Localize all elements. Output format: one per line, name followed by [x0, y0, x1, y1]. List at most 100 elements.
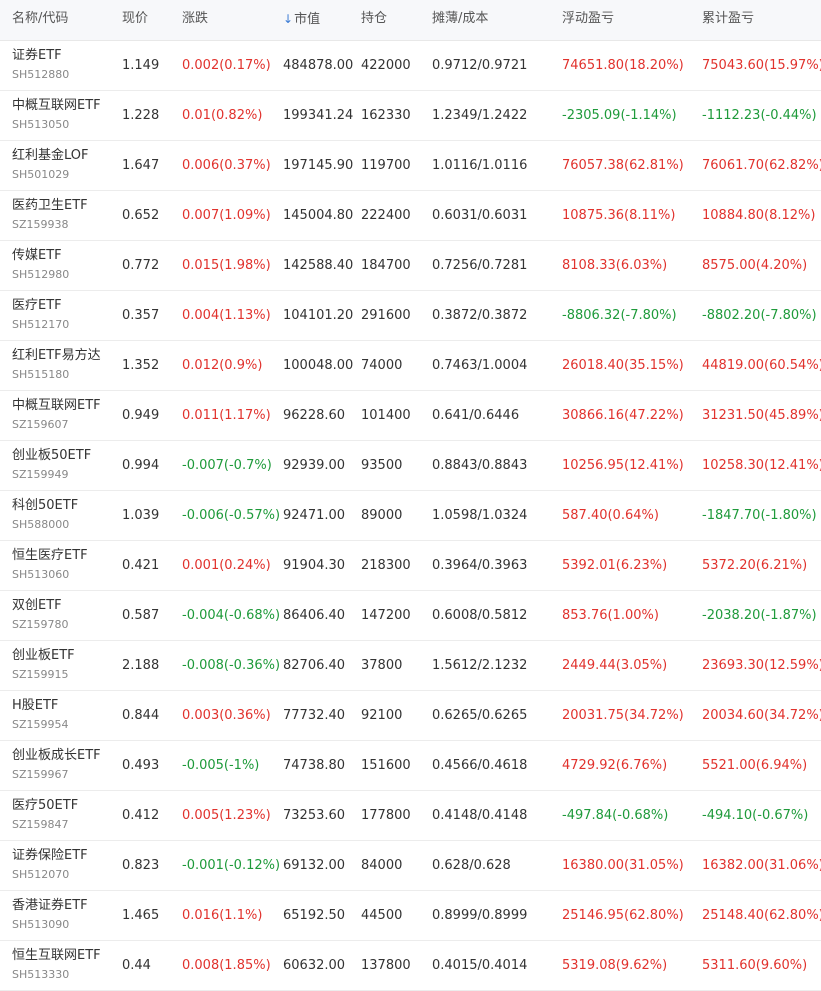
market-value: 73253.60 [283, 808, 346, 823]
fund-name[interactable]: 恒生互联网ETF [12, 947, 101, 965]
fund-name[interactable]: 创业板成长ETF [12, 747, 101, 765]
diluted-cost: 0.4148/0.4148 [432, 808, 528, 823]
header-name-code[interactable]: 名称/代码 [12, 11, 68, 27]
table-row[interactable]: 双创ETF SZ159780 0.587 -0.004(-0.68%) 8640… [0, 591, 821, 641]
diluted-cost: 0.641/0.6446 [432, 408, 520, 423]
position-quantity: 137800 [361, 958, 411, 973]
table-row[interactable]: 中概互联网ETF SH513050 1.228 0.01(0.82%) 1993… [0, 91, 821, 141]
table-row[interactable]: 创业板ETF SZ159915 2.188 -0.008(-0.36%) 827… [0, 641, 821, 691]
price-change: 0.004(1.13%) [182, 308, 271, 323]
total-pnl: 23693.30(12.59%) [702, 658, 821, 673]
diluted-cost: 1.2349/1.2422 [432, 108, 528, 123]
price-change: -0.001(-0.12%) [182, 858, 281, 873]
table-row[interactable]: 恒生互联网ETF SH513330 0.44 0.008(1.85%) 6063… [0, 941, 821, 991]
fund-name[interactable]: 中概互联网ETF [12, 397, 101, 415]
fund-name[interactable]: 双创ETF [12, 597, 69, 615]
market-value: 142588.40 [283, 258, 354, 273]
position-quantity: 37800 [361, 658, 403, 673]
table-row[interactable]: 传媒ETF SH512980 0.772 0.015(1.98%) 142588… [0, 241, 821, 291]
table-row[interactable]: 创业板50ETF SZ159949 0.994 -0.007(-0.7%) 92… [0, 441, 821, 491]
total-pnl: -2038.20(-1.87%) [702, 608, 817, 623]
market-value: 74738.80 [283, 758, 346, 773]
position-quantity: 291600 [361, 308, 411, 323]
fund-name[interactable]: 创业板50ETF [12, 447, 91, 465]
fund-name[interactable]: 医疗ETF [12, 297, 69, 315]
market-value: 199341.24 [283, 108, 354, 123]
table-row[interactable]: 香港证券ETF SH513090 1.465 0.016(1.1%) 65192… [0, 891, 821, 941]
header-cost[interactable]: 摊薄/成本 [432, 11, 488, 27]
fund-code: SH513050 [12, 118, 70, 131]
price-change: 0.016(1.1%) [182, 908, 263, 923]
fund-name[interactable]: 中概互联网ETF [12, 97, 101, 115]
header-market-value[interactable]: ↓市值 [283, 11, 320, 28]
header-position[interactable]: 持仓 [361, 11, 387, 27]
total-pnl: 5311.60(9.60%) [702, 958, 808, 973]
table-row[interactable]: 医疗ETF SH512170 0.357 0.004(1.13%) 104101… [0, 291, 821, 341]
current-price: 0.493 [122, 758, 160, 773]
price-change: 0.008(1.85%) [182, 958, 271, 973]
current-price: 2.188 [122, 658, 160, 673]
fund-name[interactable]: 传媒ETF [12, 247, 69, 265]
header-change[interactable]: 涨跌 [182, 11, 208, 27]
market-value: 91904.30 [283, 558, 346, 573]
fund-name[interactable]: 红利ETF易方达 [12, 347, 101, 365]
current-price: 1.352 [122, 358, 160, 373]
fund-code: SH512980 [12, 268, 70, 281]
table-row[interactable]: 医药卫生ETF SZ159938 0.652 0.007(1.09%) 1450… [0, 191, 821, 241]
position-quantity: 147200 [361, 608, 411, 623]
total-pnl: -8802.20(-7.80%) [702, 308, 817, 323]
market-value: 86406.40 [283, 608, 346, 623]
fund-name[interactable]: 证券保险ETF [12, 847, 88, 865]
table-row[interactable]: 红利基金LOF SH501029 1.647 0.006(0.37%) 1971… [0, 141, 821, 191]
price-change: 0.002(0.17%) [182, 58, 271, 73]
table-row[interactable]: 证券ETF SH512880 1.149 0.002(0.17%) 484878… [0, 41, 821, 91]
fund-name[interactable]: 香港证券ETF [12, 897, 88, 915]
table-row[interactable]: 医疗50ETF SZ159847 0.412 0.005(1.23%) 7325… [0, 791, 821, 841]
table-row[interactable]: 红利ETF易方达 SH515180 1.352 0.012(0.9%) 1000… [0, 341, 821, 391]
total-pnl: 10258.30(12.41%) [702, 458, 821, 473]
position-quantity: 184700 [361, 258, 411, 273]
fund-name[interactable]: 红利基金LOF [12, 147, 89, 165]
market-value: 145004.80 [283, 208, 354, 223]
table-row[interactable]: 恒生医疗ETF SH513060 0.421 0.001(0.24%) 9190… [0, 541, 821, 591]
table-row[interactable]: 证券保险ETF SH512070 0.823 -0.001(-0.12%) 69… [0, 841, 821, 891]
floating-pnl: 20031.75(34.72%) [562, 708, 684, 723]
fund-name[interactable]: 创业板ETF [12, 647, 75, 665]
table-row[interactable]: 中概互联网ETF SZ159607 0.949 0.011(1.17%) 962… [0, 391, 821, 441]
total-pnl: 5521.00(6.94%) [702, 758, 808, 773]
market-value: 100048.00 [283, 358, 354, 373]
table-row[interactable]: 创业板成长ETF SZ159967 0.493 -0.005(-1%) 7473… [0, 741, 821, 791]
price-change: 0.007(1.09%) [182, 208, 271, 223]
current-price: 0.412 [122, 808, 160, 823]
fund-name-code: 创业板成长ETF SZ159967 [12, 747, 101, 783]
fund-code: SZ159949 [12, 468, 69, 481]
market-value: 77732.40 [283, 708, 346, 723]
header-floating-pnl[interactable]: 浮动盈亏 [562, 11, 614, 27]
total-pnl: 31231.50(45.89%) [702, 408, 821, 423]
market-value: 197145.90 [283, 158, 354, 173]
price-change: 0.003(0.36%) [182, 708, 271, 723]
header-total-pnl[interactable]: 累计盈亏 [702, 11, 754, 27]
total-pnl: 44819.00(60.54%) [702, 358, 821, 373]
fund-code: SH513090 [12, 918, 70, 931]
market-value: 82706.40 [283, 658, 346, 673]
floating-pnl: 74651.80(18.20%) [562, 58, 684, 73]
fund-name[interactable]: 科创50ETF [12, 497, 78, 515]
floating-pnl: -497.84(-0.68%) [562, 808, 669, 823]
fund-name[interactable]: 医疗50ETF [12, 797, 78, 815]
position-quantity: 92100 [361, 708, 403, 723]
fund-name[interactable]: 证券ETF [12, 47, 69, 65]
fund-name[interactable]: 医药卫生ETF [12, 197, 88, 215]
fund-name[interactable]: H股ETF [12, 697, 69, 715]
table-row[interactable]: H股ETF SZ159954 0.844 0.003(0.36%) 77732.… [0, 691, 821, 741]
table-row[interactable]: 科创50ETF SH588000 1.039 -0.006(-0.57%) 92… [0, 491, 821, 541]
fund-code: SZ159847 [12, 818, 69, 831]
fund-code: SH513060 [12, 568, 70, 581]
fund-code: SZ159915 [12, 668, 69, 681]
header-price[interactable]: 现价 [122, 11, 148, 27]
fund-name-code: 医疗50ETF SZ159847 [12, 797, 78, 833]
price-change: -0.007(-0.7%) [182, 458, 272, 473]
fund-name-code: 红利基金LOF SH501029 [12, 147, 89, 183]
fund-name[interactable]: 恒生医疗ETF [12, 547, 88, 565]
fund-name-code: 中概互联网ETF SZ159607 [12, 397, 101, 433]
